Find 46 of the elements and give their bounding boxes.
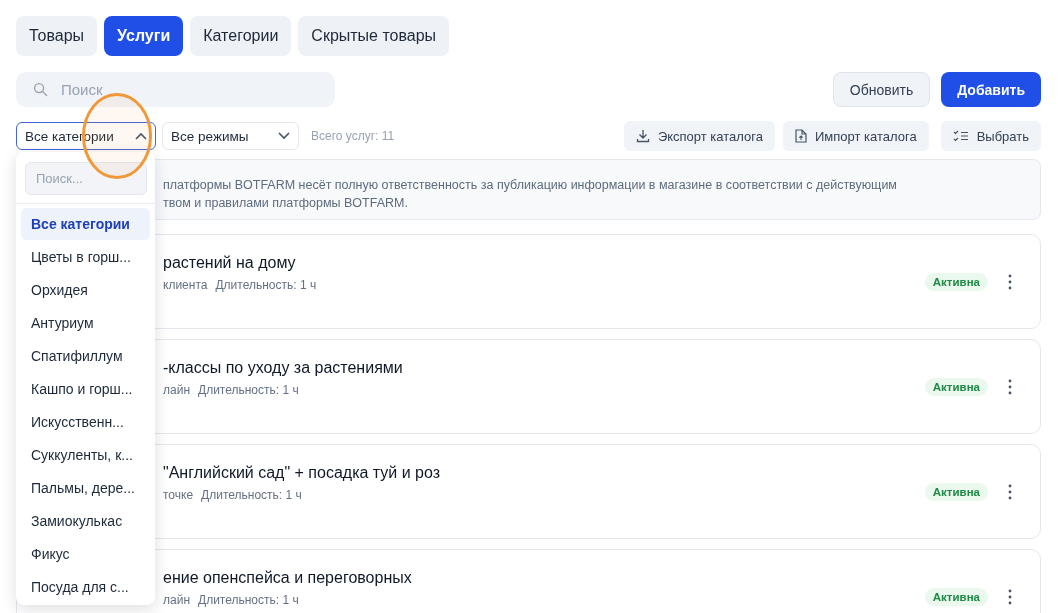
service-duration: Длительность: 1 ч <box>201 487 302 502</box>
toolbar-button[interactable]: Экспорт каталога <box>623 121 775 151</box>
toolbar-button[interactable]: Импорт каталога <box>782 121 929 151</box>
search-field[interactable]: Поиск <box>16 72 335 107</box>
status-badge: Активна <box>924 272 988 291</box>
service-title: ение опенспейса и переговорных <box>163 568 413 587</box>
service-mode: лайн <box>163 382 190 397</box>
dropdown-option[interactable]: Все категории <box>21 208 150 240</box>
service-duration: Длительность: 1 ч <box>198 592 299 607</box>
status-badge: Активна <box>924 587 988 606</box>
action-button[interactable]: Обновить <box>832 72 931 107</box>
dropdown-option[interactable]: Цветы в горш... <box>21 241 150 273</box>
checklist-icon <box>952 129 969 143</box>
action-button[interactable]: Добавить <box>941 72 1041 107</box>
service-title: "Английский сад" + посадка туй и роз <box>163 463 442 482</box>
dropdown-option[interactable]: Кашпо и горш... <box>21 373 150 405</box>
tab[interactable]: Услуги <box>104 16 184 56</box>
dropdown-option[interactable]: Орхидея <box>21 274 150 306</box>
tab[interactable]: Товары <box>16 16 98 56</box>
tab[interactable]: Категории <box>190 16 292 56</box>
service-duration: Длительность: 1 ч <box>198 382 299 397</box>
chevron-icon <box>135 132 147 140</box>
service-mode: лайн <box>163 592 190 607</box>
mode-select[interactable]: Все режимы <box>162 122 299 150</box>
more-icon[interactable] <box>1008 378 1012 395</box>
dropdown-search-field[interactable]: Поиск... <box>25 162 147 195</box>
dropdown-option[interactable]: Спатифиллум <box>21 340 150 372</box>
service-mode: клиента <box>163 277 208 292</box>
more-icon[interactable] <box>1008 273 1012 290</box>
more-icon[interactable] <box>1008 483 1012 500</box>
file-upload-icon <box>794 129 807 143</box>
download-icon <box>635 129 650 143</box>
service-title: -классы по уходу за растениями <box>163 358 404 377</box>
status-badge: Активна <box>924 482 988 501</box>
dropdown-option[interactable]: Посуда для с... <box>21 571 150 603</box>
more-icon[interactable] <box>1008 588 1012 605</box>
service-title: растений на дому <box>163 253 297 272</box>
toolbar-button[interactable]: Выбрать <box>940 121 1041 151</box>
service-duration: Длительность: 1 ч <box>215 277 317 292</box>
total-count: Всего услуг: 11 <box>311 129 395 143</box>
tab[interactable]: Скрытые товары <box>298 16 450 56</box>
dropdown-option[interactable]: Замиокулькас <box>21 505 150 537</box>
service-mode: точке <box>163 487 194 502</box>
status-badge: Активна <box>924 377 988 396</box>
chevron-icon <box>278 132 290 140</box>
dropdown-option[interactable]: Пальмы, дере... <box>21 472 150 504</box>
